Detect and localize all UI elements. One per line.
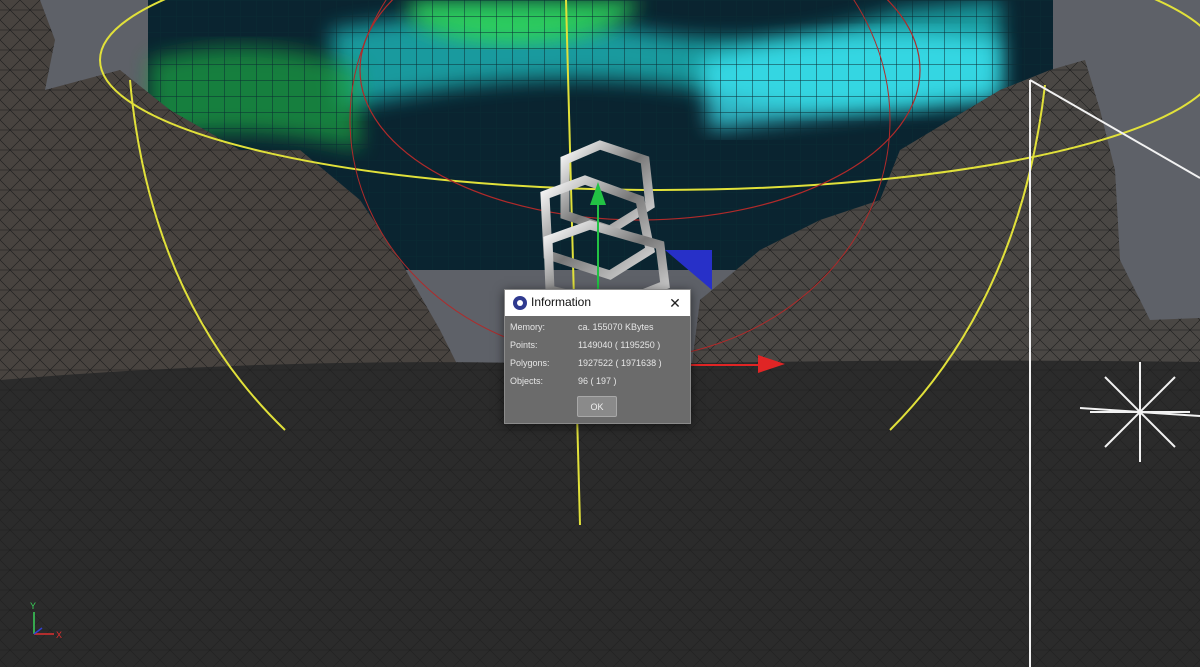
info-row-polygons: Polygons: 1927522 ( 1971638 ) [505, 355, 690, 373]
info-value: 96 ( 197 ) [578, 376, 617, 386]
ok-button[interactable]: OK [577, 396, 617, 417]
axis-x-label: X [56, 630, 62, 640]
axis-indicator-icon: Y X [30, 601, 62, 640]
app-logo-icon [513, 296, 527, 310]
dialog-title: Information [531, 295, 592, 309]
info-row-memory: Memory: ca. 155070 KBytes [505, 319, 690, 337]
info-label: Polygons: [510, 358, 550, 368]
info-label: Memory: [510, 322, 546, 332]
axis-y-label: Y [30, 601, 36, 611]
info-value: 1149040 ( 1195250 ) [578, 340, 661, 350]
info-label: Points: [510, 340, 538, 350]
close-icon[interactable]: ✕ [665, 293, 685, 313]
info-row-points: Points: 1149040 ( 1195250 ) [505, 337, 690, 355]
info-value: 1927522 ( 1971638 ) [578, 358, 662, 368]
information-dialog: Information ✕ Memory: ca. 155070 KBytes … [504, 289, 691, 424]
info-value: ca. 155070 KBytes [578, 322, 654, 332]
info-label: Objects: [510, 376, 544, 386]
info-row-objects: Objects: 96 ( 197 ) [505, 373, 690, 391]
dialog-titlebar[interactable]: Information ✕ [505, 290, 690, 316]
